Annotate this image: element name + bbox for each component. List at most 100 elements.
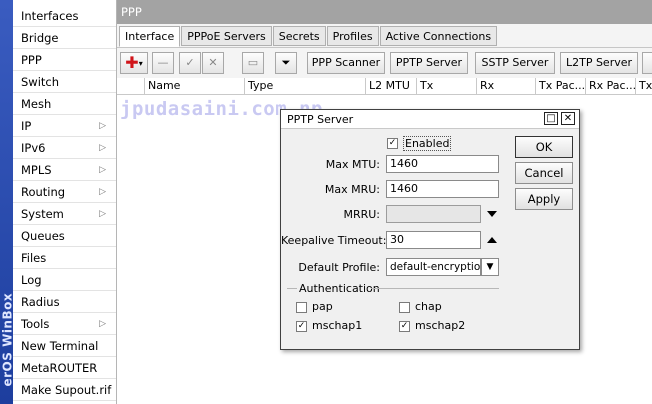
l2tp-server-button[interactable]: L2TP Server xyxy=(560,52,638,74)
enabled-checkbox[interactable]: ✓ xyxy=(387,138,398,149)
collapse-up-icon[interactable] xyxy=(487,237,497,243)
sidebar-item-label: New Terminal xyxy=(21,339,99,353)
authentication-group-label: Authentication xyxy=(299,282,380,295)
sidebar-item-system[interactable]: System ▷ xyxy=(13,203,116,225)
column-header-l2mtu[interactable]: L2 MTU xyxy=(366,78,417,95)
enabled-label: Enabled xyxy=(403,136,452,151)
tab-interface[interactable]: Interface xyxy=(119,26,181,47)
sidebar: erOS WinBox Interfaces Bridge PPP Switch… xyxy=(0,0,117,404)
pap-checkbox[interactable] xyxy=(296,302,307,313)
sidebar-item-make-supout[interactable]: Make Supout.rif xyxy=(13,379,116,401)
column-header-tx-2[interactable]: Tx xyxy=(636,78,652,95)
sidebar-item-label: Bridge xyxy=(21,31,59,45)
column-header-tx[interactable]: Tx xyxy=(417,78,477,95)
sidebar-item-label: PPP xyxy=(21,53,42,67)
table-header: Name Type L2 MTU Tx Rx Tx Pac... Rx Pac.… xyxy=(117,78,652,95)
column-header-type[interactable]: Type xyxy=(245,78,366,95)
sidebar-item-label: System xyxy=(21,207,64,221)
remove-button[interactable]: — xyxy=(152,52,174,74)
sidebar-item-label: Log xyxy=(21,273,42,287)
sidebar-item-routing[interactable]: Routing ▷ xyxy=(13,181,116,203)
mrru-input[interactable] xyxy=(386,205,481,223)
default-profile-select[interactable]: default-encryption xyxy=(386,258,481,276)
sidebar-item-queues[interactable]: Queues xyxy=(13,225,116,247)
chevron-right-icon: ▷ xyxy=(99,319,106,329)
sidebar-item-mesh[interactable]: Mesh xyxy=(13,93,116,115)
sidebar-item-label: Files xyxy=(21,251,47,265)
add-button[interactable]: ✚▾ xyxy=(120,52,148,74)
filter-button[interactable]: ⏷ xyxy=(275,52,297,74)
tab-secrets[interactable]: Secrets xyxy=(272,26,326,46)
sidebar-item-label: Mesh xyxy=(21,97,52,111)
close-icon: ✕ xyxy=(563,113,573,124)
brand-strip: erOS WinBox xyxy=(0,0,15,404)
sidebar-item-bridge[interactable]: Bridge xyxy=(13,27,116,49)
tab-profiles[interactable]: Profiles xyxy=(326,26,379,46)
maximize-icon: □ xyxy=(546,113,556,124)
chevron-right-icon: ▷ xyxy=(99,165,106,175)
ok-button[interactable]: OK xyxy=(515,136,573,158)
sidebar-item-label: Radius xyxy=(21,295,60,309)
sidebar-item-mpls[interactable]: MPLS ▷ xyxy=(13,159,116,181)
column-header-tx-packets[interactable]: Tx Pac... xyxy=(536,78,586,95)
mschap1-label: mschap1 xyxy=(312,319,363,332)
disable-button[interactable]: ✕ xyxy=(202,52,224,74)
tab-pppoe-servers[interactable]: PPPoE Servers xyxy=(181,26,272,46)
tab-bar: Interface PPPoE Servers Secrets Profiles… xyxy=(119,26,498,47)
sidebar-item-switch[interactable]: Switch xyxy=(13,71,116,93)
sstp-server-button[interactable]: SSTP Server xyxy=(475,52,555,74)
filter-icon: ⏷ xyxy=(281,56,291,69)
check-icon: ✓ xyxy=(400,321,409,331)
max-mtu-input[interactable]: 1460 xyxy=(386,155,499,173)
chap-checkbox[interactable] xyxy=(399,302,410,313)
more-button[interactable] xyxy=(642,52,652,74)
window-title: PPP xyxy=(117,0,652,24)
sidebar-item-log[interactable]: Log xyxy=(13,269,116,291)
check-icon: ✓ xyxy=(297,321,306,331)
sidebar-item-ip[interactable]: IP ▷ xyxy=(13,115,116,137)
plus-icon: ✚ xyxy=(125,53,139,72)
sidebar-item-interfaces[interactable]: Interfaces xyxy=(13,5,116,27)
mschap1-checkbox[interactable]: ✓ xyxy=(296,321,307,332)
max-mru-input[interactable]: 1460 xyxy=(386,180,499,198)
ppp-scanner-button[interactable]: PPP Scanner xyxy=(307,52,385,74)
sidebar-item-label: Routing xyxy=(21,185,66,199)
sidebar-item-files[interactable]: Files xyxy=(13,247,116,269)
keepalive-timeout-label: Keepalive Timeout: xyxy=(281,234,387,247)
sidebar-menu: Interfaces Bridge PPP Switch Mesh IP ▷ IP… xyxy=(13,5,116,401)
column-header-name[interactable]: Name xyxy=(145,78,245,95)
comment-button[interactable]: ▭ xyxy=(242,52,264,74)
column-header-select[interactable] xyxy=(117,78,145,95)
sidebar-item-ppp[interactable]: PPP xyxy=(13,49,116,71)
expand-down-icon[interactable] xyxy=(487,211,497,217)
max-mtu-label: Max MTU: xyxy=(325,158,380,171)
sidebar-item-radius[interactable]: Radius xyxy=(13,291,116,313)
pptp-server-button[interactable]: PPTP Server xyxy=(390,52,468,74)
apply-button[interactable]: Apply xyxy=(515,188,573,210)
toolbar: ✚▾ — ✓ ✕ ▭ ⏷ PPP Scanner PPTP Server SST… xyxy=(117,47,652,77)
default-profile-dropdown-button[interactable]: ▼ xyxy=(481,258,499,276)
sidebar-item-new-terminal[interactable]: New Terminal xyxy=(13,335,116,357)
sidebar-item-label: Make Supout.rif xyxy=(21,383,112,397)
maximize-button[interactable]: □ xyxy=(544,112,558,125)
column-header-rx-packets[interactable]: Rx Pac... xyxy=(586,78,636,95)
close-button[interactable]: ✕ xyxy=(561,112,575,125)
sidebar-item-tools[interactable]: Tools ▷ xyxy=(13,313,116,335)
mrru-label: MRRU: xyxy=(343,208,380,221)
sidebar-item-ipv6[interactable]: IPv6 ▷ xyxy=(13,137,116,159)
tab-active-connections[interactable]: Active Connections xyxy=(379,26,498,46)
chevron-right-icon: ▷ xyxy=(99,209,106,219)
sidebar-item-label: Switch xyxy=(21,75,60,89)
keepalive-timeout-input[interactable]: 30 xyxy=(386,231,481,249)
sidebar-item-label: MPLS xyxy=(21,163,52,177)
column-header-rx[interactable]: Rx xyxy=(477,78,536,95)
mschap2-checkbox[interactable]: ✓ xyxy=(399,321,410,332)
cancel-button[interactable]: Cancel xyxy=(515,162,573,184)
sidebar-item-metarouter[interactable]: MetaROUTER xyxy=(13,357,116,379)
enable-button[interactable]: ✓ xyxy=(179,52,201,74)
chevron-right-icon: ▷ xyxy=(99,121,106,131)
minus-icon: — xyxy=(157,56,169,69)
sidebar-item-label: Tools xyxy=(21,317,50,331)
sidebar-item-label: Interfaces xyxy=(21,9,79,23)
pptp-server-dialog: PPTP Server □ ✕ ✓ Enabled Max MTU: 1460 … xyxy=(280,109,580,350)
